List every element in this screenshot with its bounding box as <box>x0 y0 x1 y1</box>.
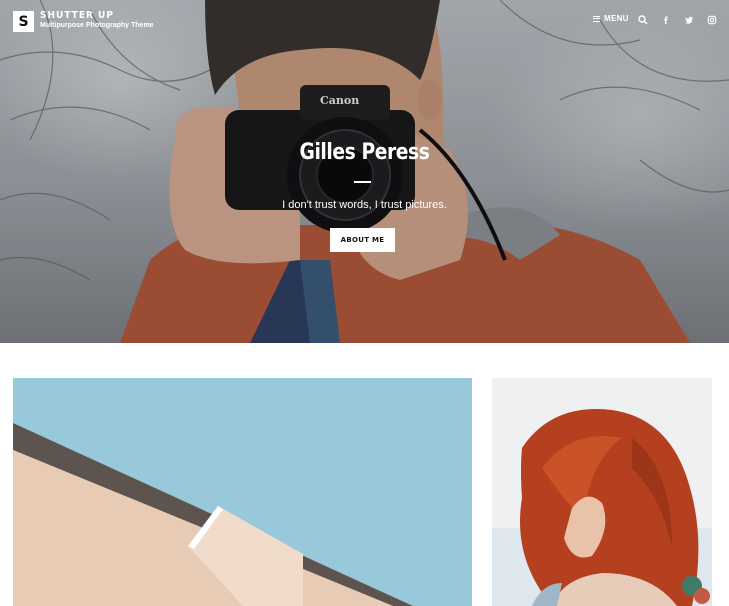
site-logo[interactable]: S <box>13 11 34 32</box>
logo-letter: S <box>18 13 29 30</box>
architecture-photo <box>13 378 472 606</box>
instagram-icon[interactable] <box>707 15 717 25</box>
gallery-tile-portrait[interactable] <box>492 378 712 606</box>
hero-overlay <box>0 0 729 343</box>
site-tagline: Multipurpose Photography Theme <box>40 22 154 29</box>
facebook-icon[interactable] <box>661 15 671 25</box>
red-haired-woman-photo <box>492 378 712 606</box>
menu-label: MENU <box>604 14 629 23</box>
about-me-button[interactable]: ABOUT ME <box>330 228 395 252</box>
menu-button[interactable]: MENU <box>593 14 629 23</box>
twitter-icon[interactable] <box>684 15 694 25</box>
site-title[interactable]: SHUTTER UP <box>40 10 114 21</box>
gallery-tile-architecture[interactable] <box>13 378 472 606</box>
hero-divider <box>354 181 371 183</box>
hero-banner: Canon S SHUTTER UP Multipurpose Photogra… <box>0 0 729 343</box>
menu-icon <box>593 14 600 23</box>
hero-quote: I don't trust words, I trust pictures. <box>282 199 447 211</box>
hero-title: Gilles Peress <box>299 140 430 165</box>
search-icon[interactable] <box>638 15 648 25</box>
